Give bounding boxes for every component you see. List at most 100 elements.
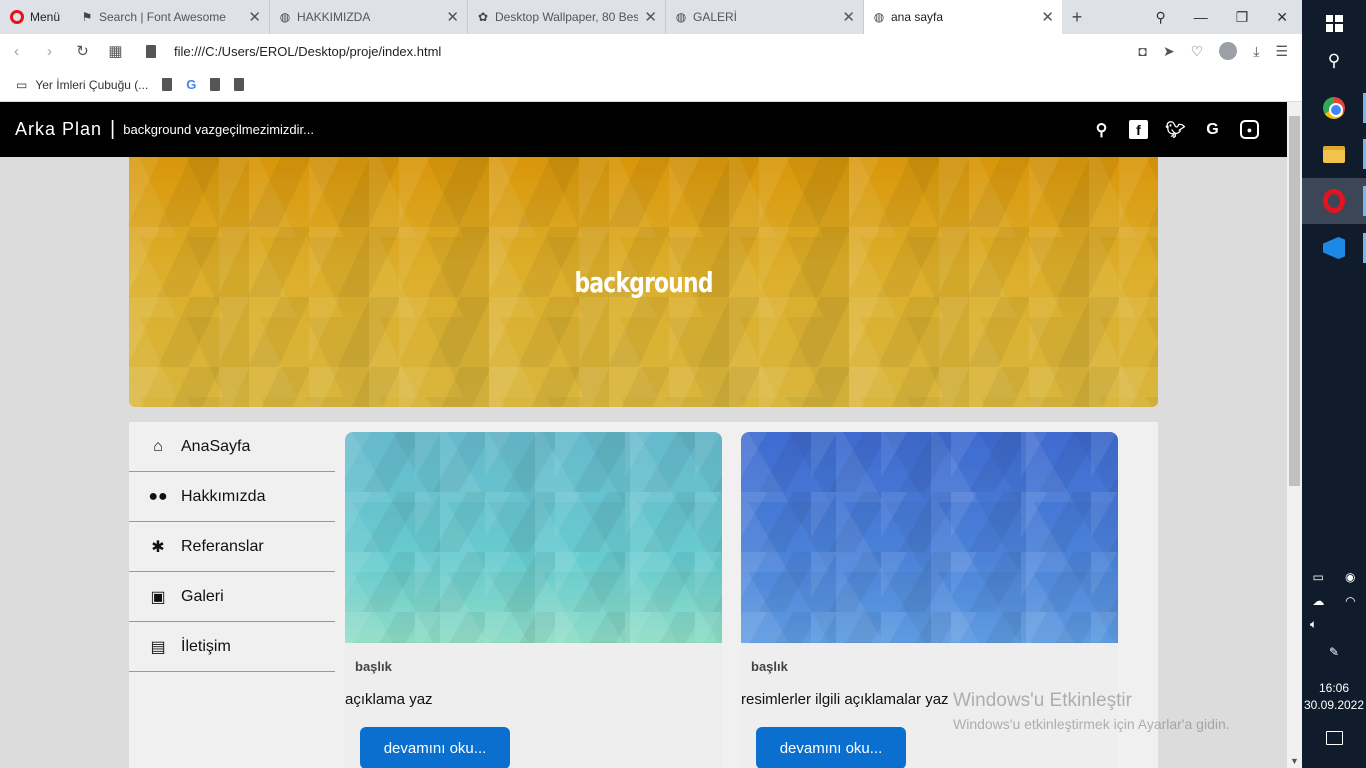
- bookmarks-label: Yer İmleri Çubuğu (...: [35, 77, 149, 92]
- reload-icon[interactable]: ↻: [66, 42, 99, 60]
- hero-banner: background: [129, 157, 1158, 407]
- new-tab-button[interactable]: +: [1062, 7, 1092, 28]
- vscode-icon: [1323, 237, 1345, 259]
- folder-icon: ▭: [16, 77, 28, 92]
- twitter-icon[interactable]: 🐦︎: [1165, 120, 1185, 139]
- taskbar-file-explorer[interactable]: [1302, 131, 1366, 177]
- sidebar-item-label: Hakkımızda: [181, 487, 266, 505]
- taskbar-chrome[interactable]: [1302, 85, 1366, 131]
- card-image: [345, 432, 722, 643]
- file-icon: [146, 44, 156, 58]
- scrollbar-thumb[interactable]: [1289, 116, 1300, 486]
- clock-date: 30.09.2022: [1303, 698, 1365, 712]
- windows-logo-icon: [1325, 14, 1343, 32]
- sidebar-item-referanslar[interactable]: ✱ Referanslar: [129, 522, 335, 572]
- tab-desktop-wallpaper[interactable]: ✿ Desktop Wallpaper, 80 Best ✕: [468, 0, 666, 34]
- url-field[interactable]: file:///C:/Users/EROL/Desktop/proje/inde…: [146, 44, 441, 59]
- bookmark-file-icon[interactable]: [162, 78, 173, 91]
- tab-search-icon[interactable]: ⚲: [1155, 9, 1165, 26]
- sidebar-item-label: Galeri: [181, 587, 224, 605]
- camera-icon[interactable]: ◘: [1138, 43, 1146, 59]
- taskbar-vscode[interactable]: [1302, 225, 1366, 271]
- tab-font-awesome[interactable]: ⚑ Search | Font Awesome ✕: [72, 0, 270, 34]
- sidebar-item-galeri[interactable]: ▣ Galeri: [129, 572, 335, 622]
- read-more-button[interactable]: devamını oku...: [756, 727, 906, 768]
- close-tab-icon[interactable]: ✕: [644, 8, 657, 26]
- notification-icon[interactable]: [1326, 731, 1343, 745]
- card-description: açıklama yaz: [345, 691, 433, 708]
- url-text: file:///C:/Users/EROL/Desktop/proje/inde…: [174, 43, 442, 59]
- nvidia-icon[interactable]: ◉: [1345, 570, 1355, 584]
- battery-icon[interactable]: ▭: [1313, 570, 1324, 584]
- bookmarks-folder[interactable]: ▭ Yer İmleri Çubuğu (...: [16, 78, 148, 92]
- forward-icon[interactable]: ›: [33, 43, 66, 60]
- speed-dial-icon[interactable]: ▦: [99, 42, 132, 60]
- sidebar-item-iletisim[interactable]: ▤ İletişim: [129, 622, 335, 672]
- download-icon[interactable]: ⤓: [1253, 43, 1259, 60]
- asterisk-icon: ✱: [151, 538, 165, 556]
- tab-hakkimizda[interactable]: ◍ HAKKIMIZDA ✕: [270, 0, 468, 34]
- globe-icon: ◍: [675, 10, 687, 24]
- search-icon[interactable]: ⚲: [1092, 120, 1111, 139]
- page-scrollbar[interactable]: ▼: [1287, 102, 1302, 768]
- close-tab-icon[interactable]: ✕: [446, 8, 459, 26]
- site-brand[interactable]: Arka Plan: [15, 119, 102, 140]
- close-window-icon[interactable]: ✕: [1276, 9, 1288, 26]
- globe-icon: ◍: [279, 10, 291, 24]
- easy-setup-icon[interactable]: ☰: [1275, 43, 1288, 60]
- windows-activation-watermark: Windows'u Etkinleştir Windows'u etkinleş…: [953, 690, 1230, 732]
- bookmarks-bar: ▭ Yer İmleri Çubuğu (... G: [0, 68, 1302, 102]
- tab-ana-sayfa[interactable]: ◍ ana sayfa ✕: [864, 0, 1062, 34]
- brand-separator: |: [110, 118, 116, 140]
- opera-menu-button[interactable]: Menü: [0, 0, 72, 34]
- wifi-icon[interactable]: ◠: [1345, 594, 1355, 608]
- send-icon[interactable]: ➤: [1163, 43, 1175, 60]
- social-links: ⚲ f 🐦︎ G ●: [1092, 120, 1287, 139]
- tab-title: Search | Font Awesome: [99, 10, 226, 24]
- tab-galeri[interactable]: ◍ GALERİ ✕: [666, 0, 864, 34]
- sidebar-item-hakkimizda[interactable]: ●● Hakkımızda: [129, 472, 335, 522]
- sidebar-item-anasayfa[interactable]: ⌂ AnaSayfa: [129, 422, 335, 472]
- clock-time: 16:06: [1318, 681, 1350, 695]
- taskbar-opera[interactable]: [1302, 178, 1366, 224]
- hero-title: background: [574, 265, 713, 299]
- site-tagline: background vazgeçilmezimizdir...: [123, 122, 314, 137]
- taskbar-search-button[interactable]: ⚲: [1302, 38, 1366, 84]
- tab-title: Desktop Wallpaper, 80 Best: [495, 10, 639, 24]
- instagram-icon[interactable]: ●: [1240, 120, 1259, 139]
- bookmark-file-icon[interactable]: [210, 78, 221, 91]
- chrome-icon: [1323, 97, 1345, 119]
- opera-icon: [1323, 189, 1345, 213]
- bookmark-file-icon[interactable]: [234, 78, 245, 91]
- search-icon: ⚲: [1327, 51, 1341, 70]
- card-title: başlık: [355, 659, 392, 674]
- sidebar-item-label: AnaSayfa: [181, 437, 251, 455]
- profile-icon[interactable]: [1219, 42, 1238, 60]
- windows-taskbar: ⚲ ▭ ◉ ☁ ◠ 🔈︎ ✎ 16:06 30.09.2022: [1302, 0, 1366, 768]
- heart-icon[interactable]: ♡: [1191, 43, 1204, 60]
- watermark-subtitle: Windows'u etkinleştirmek için Ayarlar'a …: [953, 716, 1230, 732]
- content-card: başlık açıklama yaz devamını oku...: [345, 432, 722, 768]
- google-icon[interactable]: G: [1203, 120, 1222, 139]
- tray-row: 🔈︎: [1302, 617, 1366, 632]
- minimize-icon[interactable]: —: [1194, 9, 1208, 25]
- back-icon[interactable]: ‹: [0, 43, 33, 60]
- close-tab-icon[interactable]: ✕: [248, 8, 261, 26]
- close-tab-icon[interactable]: ✕: [842, 8, 855, 26]
- read-more-button[interactable]: devamını oku...: [360, 727, 510, 768]
- tray-row: ✎: [1302, 645, 1366, 659]
- restore-icon[interactable]: ❐: [1236, 9, 1249, 26]
- tab-strip: Menü ⚑ Search | Font Awesome ✕ ◍ HAKKIMI…: [0, 0, 1302, 34]
- facebook-icon[interactable]: f: [1129, 120, 1148, 139]
- pen-icon[interactable]: ✎: [1329, 645, 1339, 659]
- taskbar-clock[interactable]: 16:06 30.09.2022: [1302, 680, 1366, 714]
- scroll-down-icon[interactable]: ▼: [1290, 756, 1299, 766]
- close-tab-icon[interactable]: ✕: [1041, 8, 1054, 26]
- volume-icon[interactable]: 🔈︎: [1310, 617, 1317, 632]
- onedrive-icon[interactable]: ☁: [1312, 594, 1324, 608]
- tray-row: ☁ ◠: [1302, 594, 1366, 608]
- address-book-icon: ▤: [150, 638, 166, 656]
- site-header: Arka Plan | background vazgeçilmezimizdi…: [0, 102, 1287, 157]
- gear-icon: ✿: [477, 10, 489, 24]
- google-icon[interactable]: G: [186, 77, 196, 92]
